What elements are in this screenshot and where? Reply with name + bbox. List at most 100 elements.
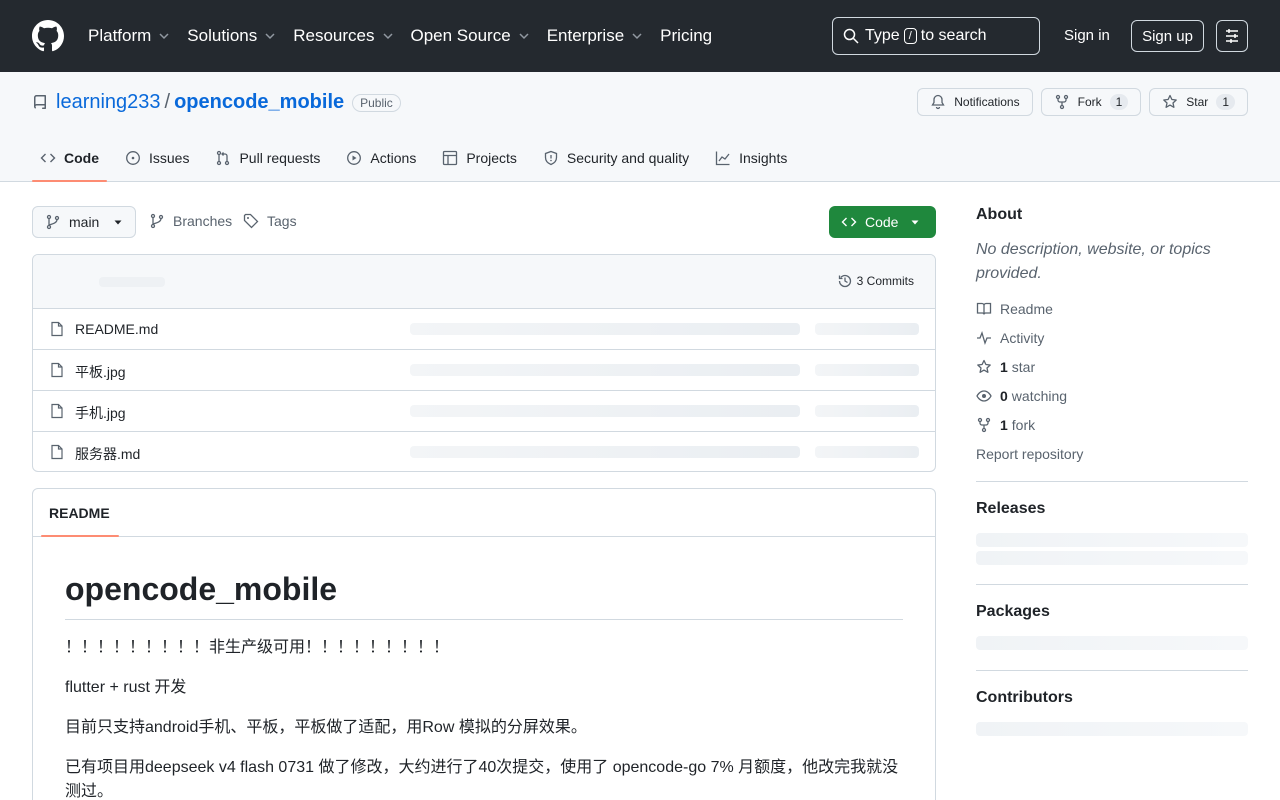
forks-link[interactable]: 1 fork bbox=[976, 410, 1248, 439]
file-name[interactable]: 手机.jpg bbox=[75, 403, 126, 423]
fork-count: 1 bbox=[1109, 94, 1129, 110]
book-icon bbox=[976, 302, 992, 315]
loading-placeholder bbox=[410, 446, 800, 458]
releases-heading[interactable]: Releases bbox=[976, 500, 1248, 518]
fork-icon bbox=[1055, 94, 1068, 110]
stars-count: 1 bbox=[1000, 358, 1008, 375]
activity-link-label: Activity bbox=[1000, 329, 1045, 346]
nav-label: Platform bbox=[88, 26, 152, 45]
about-heading: About bbox=[976, 206, 1023, 223]
readme-paragraph: flutter + rust 开发 bbox=[65, 679, 187, 696]
history-icon bbox=[838, 274, 851, 288]
play-icon bbox=[347, 151, 362, 165]
packages-heading[interactable]: Packages bbox=[976, 603, 1248, 621]
sign-up-button[interactable]: Sign up bbox=[1131, 20, 1204, 52]
tab-insights[interactable]: Insights bbox=[707, 138, 795, 178]
github-logo-icon[interactable] bbox=[32, 20, 64, 52]
tab-actions[interactable]: Actions bbox=[338, 138, 424, 178]
eye-icon bbox=[976, 389, 992, 402]
star-button[interactable]: Star 1 bbox=[1149, 88, 1248, 116]
readme-paragraph: 已有项目用deepseek v4 flash 0731 做了修改，大约进行了40… bbox=[65, 759, 899, 800]
tab-issues[interactable]: Issues bbox=[117, 138, 197, 178]
commits-link[interactable]: 3 Commits bbox=[837, 273, 914, 289]
activity-link[interactable]: Activity bbox=[976, 323, 1248, 352]
branch-selector[interactable]: main bbox=[32, 206, 136, 238]
tab-label: Pull requests bbox=[239, 150, 321, 166]
file-name[interactable]: 平板.jpg bbox=[75, 362, 126, 382]
code-icon bbox=[40, 153, 56, 163]
graph-icon bbox=[715, 151, 730, 166]
settings-menu-button[interactable] bbox=[1216, 20, 1248, 52]
tab-label: Issues bbox=[149, 150, 190, 166]
sliders-icon bbox=[1226, 29, 1238, 43]
file-name[interactable]: 服务器.md bbox=[75, 444, 140, 464]
watching-count: 0 bbox=[1000, 387, 1008, 404]
code-icon bbox=[841, 217, 857, 227]
fork-button[interactable]: Fork 1 bbox=[1040, 88, 1142, 116]
commits-count: 3 Commits bbox=[856, 274, 914, 288]
readme-link-label: Readme bbox=[1000, 300, 1053, 317]
git-branch-icon bbox=[150, 213, 164, 229]
chevron-down-icon bbox=[382, 33, 393, 40]
branch-name: main bbox=[69, 214, 100, 230]
watchers-link[interactable]: 0 watching bbox=[976, 381, 1248, 410]
table-row[interactable]: 服务器.md bbox=[33, 432, 935, 471]
search-icon bbox=[843, 28, 859, 44]
star-icon bbox=[977, 359, 991, 373]
notifications-button[interactable]: Notifications bbox=[917, 88, 1033, 116]
repo-tabs: Code Issues Pull requests Actions Projec… bbox=[32, 138, 805, 182]
table-row[interactable]: 平板.jpg bbox=[33, 350, 935, 391]
repo-name-link[interactable]: opencode_mobile bbox=[174, 91, 344, 114]
tab-projects[interactable]: Projects bbox=[434, 138, 525, 178]
nav-pricing[interactable]: Pricing bbox=[660, 26, 712, 46]
tags-label: Tags bbox=[267, 213, 297, 229]
loading-placeholder bbox=[410, 364, 800, 376]
forks-label: fork bbox=[1011, 416, 1036, 433]
contributors-heading[interactable]: Contributors bbox=[976, 689, 1248, 707]
loading-placeholder bbox=[410, 323, 800, 335]
git-branch-icon bbox=[46, 214, 60, 230]
readme-link[interactable]: Readme bbox=[976, 294, 1248, 323]
tab-label: Security and quality bbox=[566, 150, 690, 166]
tag-icon bbox=[243, 213, 259, 229]
nav-solutions[interactable]: Solutions bbox=[187, 26, 275, 46]
readme-content: opencode_mobile ！！！！！！！！！非生产级可用！！！！！！！！！… bbox=[65, 569, 903, 800]
nav-open-source[interactable]: Open Source bbox=[411, 26, 529, 46]
tags-link[interactable]: Tags bbox=[243, 213, 297, 229]
repo-title: learning233 / opencode_mobile Public bbox=[32, 91, 401, 114]
about-description: No description, website, or topics provi… bbox=[976, 241, 1211, 282]
search-input[interactable]: Type / to search bbox=[832, 17, 1040, 55]
nav-label: Resources bbox=[293, 26, 375, 45]
loading-placeholder bbox=[976, 722, 1248, 736]
repo-owner-link[interactable]: learning233 bbox=[56, 91, 161, 114]
tab-code[interactable]: Code bbox=[32, 138, 107, 182]
file-icon bbox=[51, 403, 63, 419]
readme-tab[interactable]: README bbox=[49, 505, 110, 521]
pulse-icon bbox=[977, 330, 991, 345]
report-repository-link[interactable]: Report repository bbox=[976, 439, 1248, 468]
nav-platform[interactable]: Platform bbox=[88, 26, 169, 46]
tab-label: Insights bbox=[739, 150, 788, 166]
loading-placeholder bbox=[976, 551, 1248, 565]
report-label: Report repository bbox=[976, 445, 1084, 462]
tab-security[interactable]: Security and quality bbox=[535, 138, 697, 178]
branches-link[interactable]: Branches bbox=[149, 213, 232, 229]
table-row[interactable]: README.md bbox=[33, 309, 935, 350]
stars-label: star bbox=[1011, 358, 1036, 375]
chevron-down-icon bbox=[519, 33, 529, 40]
readme-tabbar: README bbox=[33, 489, 935, 537]
readme-paragraph: ！！！！！！！！！非生产级可用！！！！！！！！！ bbox=[65, 639, 450, 656]
tab-pull-requests[interactable]: Pull requests bbox=[207, 138, 328, 178]
nav-enterprise[interactable]: Enterprise bbox=[547, 26, 642, 46]
shield-icon bbox=[544, 150, 558, 166]
repo-sidebar: About No description, website, or topics… bbox=[976, 206, 1248, 736]
code-dropdown-button[interactable]: Code bbox=[829, 206, 936, 238]
table-row[interactable]: 手机.jpg bbox=[33, 391, 935, 432]
stars-link[interactable]: 1 star bbox=[976, 352, 1248, 381]
sign-in-link[interactable]: Sign in bbox=[1064, 27, 1110, 44]
file-name[interactable]: README.md bbox=[75, 321, 158, 337]
tab-label: Projects bbox=[466, 150, 517, 166]
nav-resources[interactable]: Resources bbox=[293, 26, 393, 46]
visibility-badge: Public bbox=[352, 93, 401, 112]
pull-request-icon bbox=[217, 150, 230, 166]
